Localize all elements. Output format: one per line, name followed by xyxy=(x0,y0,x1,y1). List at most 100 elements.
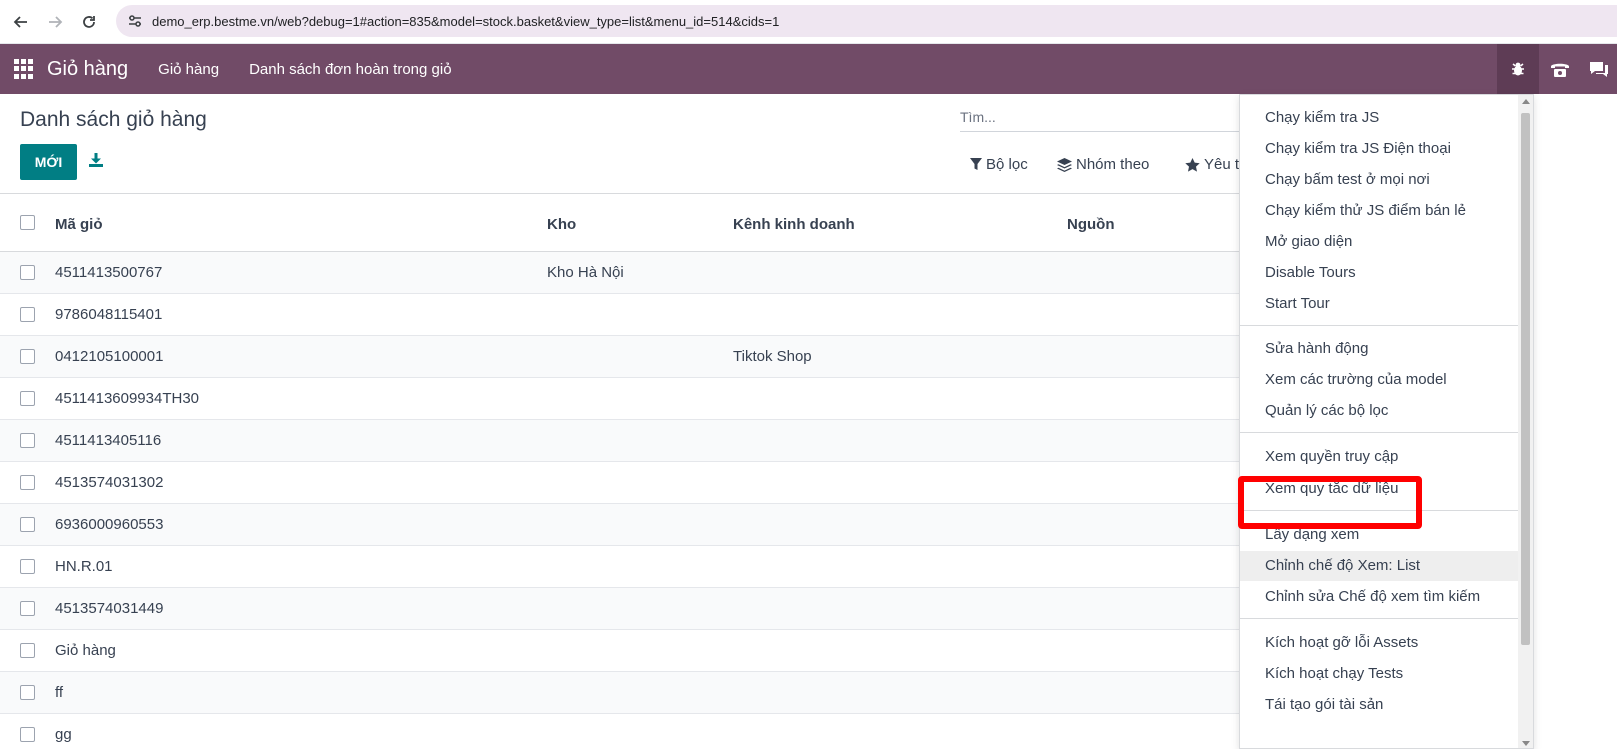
menu-item-run-js-tests[interactable]: Chạy kiểm tra JS xyxy=(1240,103,1520,133)
menu-item-run-js-mobile-tests[interactable]: Chạy kiểm tra JS Điện thoại xyxy=(1240,134,1520,164)
table-row[interactable]: HN.R.01 xyxy=(0,546,1240,588)
menu-item-activate-tests[interactable]: Kích hoạt chạy Tests xyxy=(1240,659,1520,689)
menu-gio-hang[interactable]: Giỏ hàng xyxy=(158,61,219,78)
row-checkbox[interactable] xyxy=(20,601,35,616)
column-header-channel[interactable]: Kênh kinh doanh xyxy=(733,216,855,233)
debug-menu-dropdown: Chạy kiểm tra JS Chạy kiểm tra JS Điện t… xyxy=(1239,94,1534,749)
row-checkbox[interactable] xyxy=(20,727,35,742)
scroll-down-icon[interactable] xyxy=(1522,741,1530,746)
cell-code: 4513574031449 xyxy=(55,600,164,617)
row-checkbox[interactable] xyxy=(20,559,35,574)
scrollbar-thumb[interactable] xyxy=(1521,113,1530,645)
menu-divider xyxy=(1240,618,1520,619)
menu-item-view-record-rules[interactable]: Xem quy tắc dữ liệu xyxy=(1240,474,1520,504)
menu-danh-sach-don-hoan[interactable]: Danh sách đơn hoàn trong giỏ xyxy=(249,61,451,78)
menu-item-open-view[interactable]: Mở giao diện xyxy=(1240,227,1520,257)
row-checkbox[interactable] xyxy=(20,349,35,364)
select-all-checkbox[interactable] xyxy=(20,215,35,230)
cell-code: 4513574031302 xyxy=(55,474,164,491)
apps-menu-icon[interactable] xyxy=(14,59,34,79)
list-body: 4511413500767 Kho Hà Nội 9786048115401 04… xyxy=(0,252,1240,749)
row-checkbox[interactable] xyxy=(20,433,35,448)
back-icon[interactable] xyxy=(8,9,34,35)
filter-button[interactable]: Bộ lọc xyxy=(970,156,1028,173)
cell-code: 9786048115401 xyxy=(55,306,163,323)
menu-item-run-pos-js-tests[interactable]: Chạy kiểm thử JS điểm bán lẻ xyxy=(1240,196,1520,226)
menu-item-disable-tours[interactable]: Disable Tours xyxy=(1240,258,1520,288)
table-row[interactable]: gg xyxy=(0,714,1240,749)
menu-item-activate-assets-debug[interactable]: Kích hoạt gỡ lỗi Assets xyxy=(1240,628,1520,658)
cell-code: 6936000960553 xyxy=(55,516,164,533)
cell-code: 4511413500767 xyxy=(55,264,163,281)
cell-channel: Tiktok Shop xyxy=(733,348,812,365)
table-row[interactable]: 4511413609934TH30 xyxy=(0,378,1240,420)
menu-item-edit-search-view[interactable]: Chỉnh sửa Chế độ xem tìm kiếm xyxy=(1240,582,1520,612)
menu-divider xyxy=(1240,510,1520,511)
table-row[interactable]: Giỏ hàng xyxy=(0,630,1240,672)
row-checkbox[interactable] xyxy=(20,685,35,700)
filter-label: Bộ lọc xyxy=(986,156,1028,173)
row-checkbox[interactable] xyxy=(20,517,35,532)
cell-code: Giỏ hàng xyxy=(55,642,116,659)
cell-code: 4511413405116 xyxy=(55,432,162,449)
cell-warehouse: Kho Hà Nội xyxy=(547,264,624,281)
dropdown-scrollbar[interactable] xyxy=(1518,95,1533,748)
download-icon[interactable] xyxy=(88,152,106,170)
star-icon xyxy=(1185,157,1200,172)
menu-item-regenerate-assets[interactable]: Tái tạo gói tài sản xyxy=(1240,690,1520,720)
menu-item-view-access-rights[interactable]: Xem quyền truy cập xyxy=(1240,442,1520,472)
favorites-button[interactable]: Yêu t xyxy=(1185,156,1239,173)
menu-item-edit-list-view[interactable]: Chỉnh chế độ Xem: List xyxy=(1240,551,1520,581)
list-header: Mã giỏ Kho Kênh kinh doanh Nguồn xyxy=(0,193,1240,252)
favorites-label: Yêu t xyxy=(1204,156,1240,173)
chat-icon[interactable] xyxy=(1581,44,1617,94)
browser-toolbar: demo_erp.bestme.vn/web?debug=1#action=83… xyxy=(0,0,1617,44)
groupby-button[interactable]: Nhóm theo xyxy=(1057,156,1149,173)
new-button[interactable]: MỚI xyxy=(20,144,77,180)
table-row[interactable]: 4511413405116 xyxy=(0,420,1240,462)
cell-code: ff xyxy=(55,684,64,701)
menu-item-get-view[interactable]: Lấy dạng xem xyxy=(1240,520,1520,550)
menu-item-start-tour[interactable]: Start Tour xyxy=(1240,289,1520,319)
search-box[interactable] xyxy=(960,104,1240,132)
table-row[interactable]: 0412105100001 Tiktok Shop xyxy=(0,336,1240,378)
menu-item-edit-action[interactable]: Sửa hành động xyxy=(1240,334,1520,364)
menu-divider xyxy=(1240,432,1520,433)
groupby-label: Nhóm theo xyxy=(1076,156,1150,173)
app-name[interactable]: Giỏ hàng xyxy=(47,58,128,81)
menu-item-view-fields[interactable]: Xem các trường của model xyxy=(1240,365,1520,395)
menu-divider xyxy=(1240,325,1520,326)
table-row[interactable]: 4513574031302 xyxy=(0,462,1240,504)
table-row[interactable]: 4511413500767 Kho Hà Nội xyxy=(0,252,1240,294)
site-settings-icon[interactable] xyxy=(124,10,146,32)
menu-item-manage-filters[interactable]: Quản lý các bộ lọc xyxy=(1240,396,1520,426)
main-navbar: Giỏ hàng Giỏ hàng Danh sách đơn hoàn tro… xyxy=(0,44,1617,94)
row-checkbox[interactable] xyxy=(20,265,35,280)
cell-code: 4511413609934TH30 xyxy=(55,390,200,407)
cell-code: HN.R.01 xyxy=(55,558,113,575)
table-row[interactable]: 4513574031449 xyxy=(0,588,1240,630)
page-title: Danh sách giỏ hàng xyxy=(20,108,207,131)
phone-icon[interactable] xyxy=(1539,44,1581,94)
row-checkbox[interactable] xyxy=(20,475,35,490)
cell-code: gg xyxy=(55,726,72,743)
reload-icon[interactable] xyxy=(76,9,102,35)
menu-item-run-click-everywhere[interactable]: Chạy bấm test ở mọi nơi xyxy=(1240,165,1520,195)
table-row[interactable]: 6936000960553 xyxy=(0,504,1240,546)
address-bar[interactable]: demo_erp.bestme.vn/web?debug=1#action=83… xyxy=(116,5,1617,37)
bug-icon[interactable] xyxy=(1497,44,1539,94)
column-header-source[interactable]: Nguồn xyxy=(1067,216,1114,233)
layers-icon xyxy=(1057,157,1072,172)
url-text: demo_erp.bestme.vn/web?debug=1#action=83… xyxy=(152,13,780,29)
row-checkbox[interactable] xyxy=(20,643,35,658)
table-row[interactable]: ff xyxy=(0,672,1240,714)
column-header-warehouse[interactable]: Kho xyxy=(547,216,576,233)
table-row[interactable]: 9786048115401 xyxy=(0,294,1240,336)
forward-icon[interactable] xyxy=(42,9,68,35)
row-checkbox[interactable] xyxy=(20,391,35,406)
search-input[interactable] xyxy=(960,104,1240,130)
scroll-up-icon[interactable] xyxy=(1522,99,1530,104)
cell-code: 0412105100001 xyxy=(55,348,164,365)
row-checkbox[interactable] xyxy=(20,307,35,322)
column-header-code[interactable]: Mã giỏ xyxy=(55,216,103,233)
